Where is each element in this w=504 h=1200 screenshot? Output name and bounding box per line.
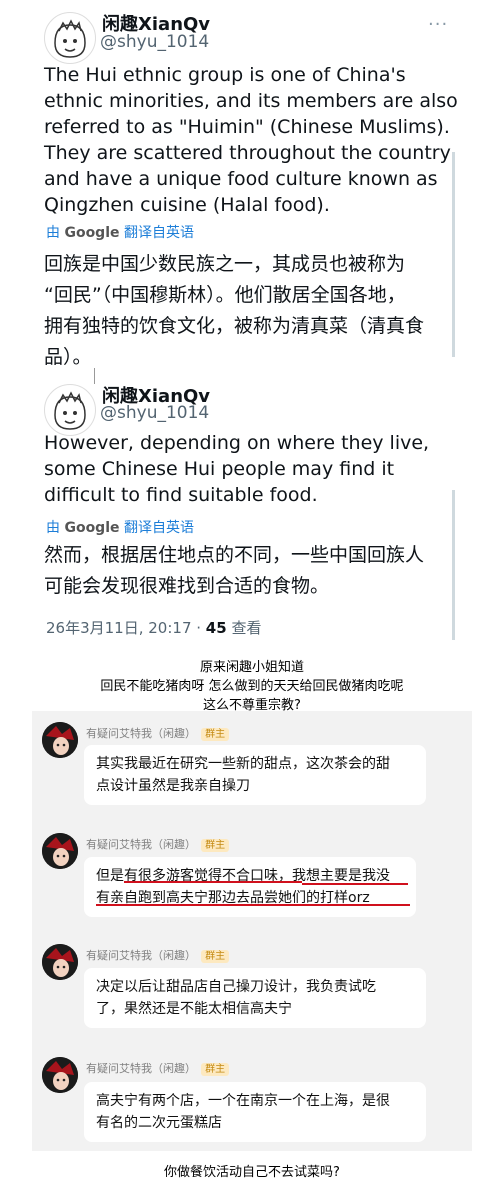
anime-character-avatar-icon <box>42 944 78 980</box>
doodle-face-icon <box>54 391 86 430</box>
text-line: However, depending on where they live, <box>44 432 430 454</box>
anime-character-avatar-icon <box>42 722 78 758</box>
text-line: some Chinese Hui people may find it <box>44 458 395 480</box>
avatar[interactable] <box>44 384 96 436</box>
scrollbar-track[interactable] <box>452 152 455 357</box>
text-line: and have a unique food culture known as <box>44 168 438 190</box>
text-line: 拥有独特的饮食文化，被称为清真菜（清真食 <box>44 315 425 337</box>
translation-attribution[interactable]: 由 Google 翻译自英语 <box>46 517 194 537</box>
text-line: The Hui ethnic group is one of China's <box>44 64 406 86</box>
text-line: They are scattered throughout the countr… <box>44 142 451 164</box>
tweet-text-en: The Hui ethnic group is one of China's e… <box>44 62 464 218</box>
tweet-text-zh: 然而，根据居住地点的不同，一些中国回族人 可能会发现很难找到合适的食物。 <box>44 540 464 602</box>
view-count: 45 <box>205 619 227 637</box>
message-header: 有疑问艾特我（闲趣） 群主 <box>86 722 230 741</box>
avatar[interactable] <box>44 12 96 64</box>
message-line: 决定以后让甜品店自己操刀设计，我负责试吃 <box>96 979 376 995</box>
sender-name[interactable]: 有疑问艾特我（闲趣） <box>86 838 196 851</box>
text-line: 品）。 <box>44 346 92 368</box>
text-line: Qingzhen cuisine (Halal food). <box>44 194 330 216</box>
owner-badge: 群主 <box>201 1063 230 1076</box>
thread-connector <box>94 368 95 384</box>
message-line: 高夫宁有两个店，一个在南京一个在上海，是很 <box>96 1093 390 1109</box>
message-bubble[interactable]: 高夫宁有两个店，一个在南京一个在上海，是很 有名的二次元蛋糕店 <box>84 1082 426 1142</box>
chat-avatar[interactable] <box>42 1057 78 1093</box>
tweet-timestamp[interactable]: 26年3月11日, 20:17 · 45 查看 <box>46 617 261 638</box>
text-line: referred to as "Huimin" (Chinese Muslims… <box>44 116 450 138</box>
translate-suffix: 翻译自英语 <box>123 225 194 241</box>
message-line: 点设计虽然是我亲自操刀 <box>96 778 250 794</box>
chat-avatar[interactable] <box>42 722 78 758</box>
doodle-face-icon <box>54 19 86 58</box>
message-header: 有疑问艾特我（闲趣） 群主 <box>86 944 230 963</box>
user-handle[interactable]: @shyu_1014 <box>100 32 209 52</box>
caption-line: 回民不能吃猪肉呀 怎么做到的天天给回民做猪肉吃呢 <box>100 679 404 694</box>
message-line: 其实我最近在研究一些新的甜点，这次茶会的甜 <box>96 756 390 772</box>
anime-character-avatar-icon <box>42 833 78 869</box>
text-line: “回民”（中国穆斯林）。他们散居全国各地， <box>44 284 406 306</box>
google-brand: Google <box>64 520 120 536</box>
message-line: 了，果然还是不能太相信高夫宁 <box>96 1001 292 1017</box>
caption-line: 原来闲趣小姐知道 <box>199 660 304 675</box>
owner-badge: 群主 <box>201 950 230 963</box>
message-bubble[interactable]: 其实我最近在研究一些新的甜点，这次茶会的甜 点设计虽然是我亲自操刀 <box>84 745 426 805</box>
chat-avatar[interactable] <box>42 944 78 980</box>
sender-name[interactable]: 有疑问艾特我（闲趣） <box>86 727 196 740</box>
message-bubble[interactable]: 决定以后让甜品店自己操刀设计，我负责试吃 了，果然还是不能太相信高夫宁 <box>84 968 426 1028</box>
highlight-underline <box>302 883 408 885</box>
highlight-underline <box>96 904 410 906</box>
highlight-underline <box>124 881 302 883</box>
text-line: 可能会发现很难找到合适的食物。 <box>44 575 330 597</box>
translate-prefix: 由 <box>46 520 60 536</box>
sender-name[interactable]: 有疑问艾特我（闲趣） <box>86 1062 196 1075</box>
chat-avatar[interactable] <box>42 833 78 869</box>
caption-bottom: 你做餐饮活动自己不去试菜吗? <box>164 1165 340 1180</box>
scrollbar-track[interactable] <box>452 490 455 640</box>
translate-prefix: 由 <box>46 225 60 241</box>
message-header: 有疑问艾特我（闲趣） 群主 <box>86 833 230 852</box>
caption-top: 原来闲趣小姐知道 回民不能吃猪肉呀 怎么做到的天天给回民做猪肉吃呢 这么不尊重宗… <box>0 658 504 715</box>
user-handle[interactable]: @shyu_1014 <box>100 403 209 423</box>
tweet-text-en: However, depending on where they live, s… <box>44 430 464 508</box>
owner-badge: 群主 <box>201 728 230 741</box>
sender-name[interactable]: 有疑问艾特我（闲趣） <box>86 949 196 962</box>
message-line: 有名的二次元蛋糕店 <box>96 1115 222 1131</box>
views-label: 查看 <box>226 619 262 637</box>
text-line: ethnic minorities, and its members are a… <box>44 90 458 112</box>
message-header: 有疑问艾特我（闲趣） 群主 <box>86 1057 230 1076</box>
more-options-icon[interactable]: ··· <box>428 14 448 35</box>
anime-character-avatar-icon <box>42 1057 78 1093</box>
owner-badge: 群主 <box>201 839 230 852</box>
text-line: difficult to find suitable food. <box>44 484 318 506</box>
message-bubble[interactable]: 但是有很多游客觉得不合口味，我想主要是我没 有亲自跑到高夫宁那边去品尝她们的打样… <box>84 857 416 917</box>
tweet-text-zh: 回族是中国少数民族之一，其成员也被称为 “回民”（中国穆斯林）。他们散居全国各地… <box>44 249 464 373</box>
translation-attribution[interactable]: 由 Google 翻译自英语 <box>46 222 194 242</box>
google-brand: Google <box>64 225 120 241</box>
translate-suffix: 翻译自英语 <box>123 520 194 536</box>
timestamp: 26年3月11日, 20:17 · <box>46 619 206 637</box>
text-line: 然而，根据居住地点的不同，一些中国回族人 <box>44 544 425 566</box>
text-line: 回族是中国少数民族之一，其成员也被称为 <box>44 253 406 275</box>
